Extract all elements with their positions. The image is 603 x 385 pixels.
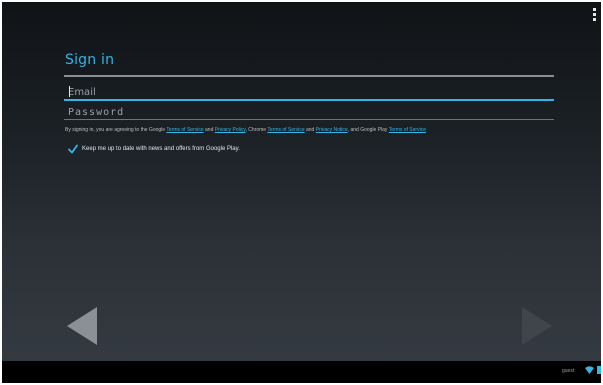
current-user-label: guest — [562, 368, 575, 374]
chrome-privacy-link[interactable]: Privacy Notice — [316, 127, 348, 133]
email-field-underline — [64, 99, 554, 101]
title-divider — [64, 75, 554, 77]
back-arrow-icon[interactable] — [64, 305, 100, 347]
screenshot-frame: Sign in By signing in, you are agreeing … — [0, 0, 603, 385]
page-title: Sign in — [65, 52, 115, 68]
battery-icon — [597, 366, 601, 374]
chrome-terms-link[interactable]: Terms of Service — [267, 127, 304, 133]
password-field-underline — [64, 119, 554, 120]
legal-and: and — [306, 127, 315, 133]
next-arrow-icon[interactable] — [519, 305, 555, 347]
signin-screen: Sign in By signing in, you are agreeing … — [2, 2, 601, 383]
google-terms-link[interactable]: Terms of Service — [166, 127, 203, 133]
wifi-icon — [585, 366, 594, 374]
newsletter-checkbox[interactable]: Keep me up to date with news and offers … — [68, 143, 240, 155]
text-cursor — [69, 86, 70, 97]
overflow-menu-icon[interactable] — [593, 8, 597, 22]
legal-notice: By signing in, you are agreeing to the G… — [65, 127, 565, 134]
google-privacy-link[interactable]: Privacy Policy — [215, 127, 246, 133]
legal-prefix: By signing in, you are agreeing to the G… — [65, 127, 166, 133]
system-status-bar: guest — [2, 361, 601, 383]
checkmark-icon[interactable] — [68, 144, 78, 154]
legal-chrome-prefix: , Chrome — [245, 127, 267, 133]
legal-play-prefix: , and Google Play — [347, 127, 388, 133]
legal-and: and — [205, 127, 214, 133]
newsletter-label: Keep me up to date with news and offers … — [82, 146, 240, 152]
play-terms-link[interactable]: Terms of Service — [389, 127, 426, 133]
